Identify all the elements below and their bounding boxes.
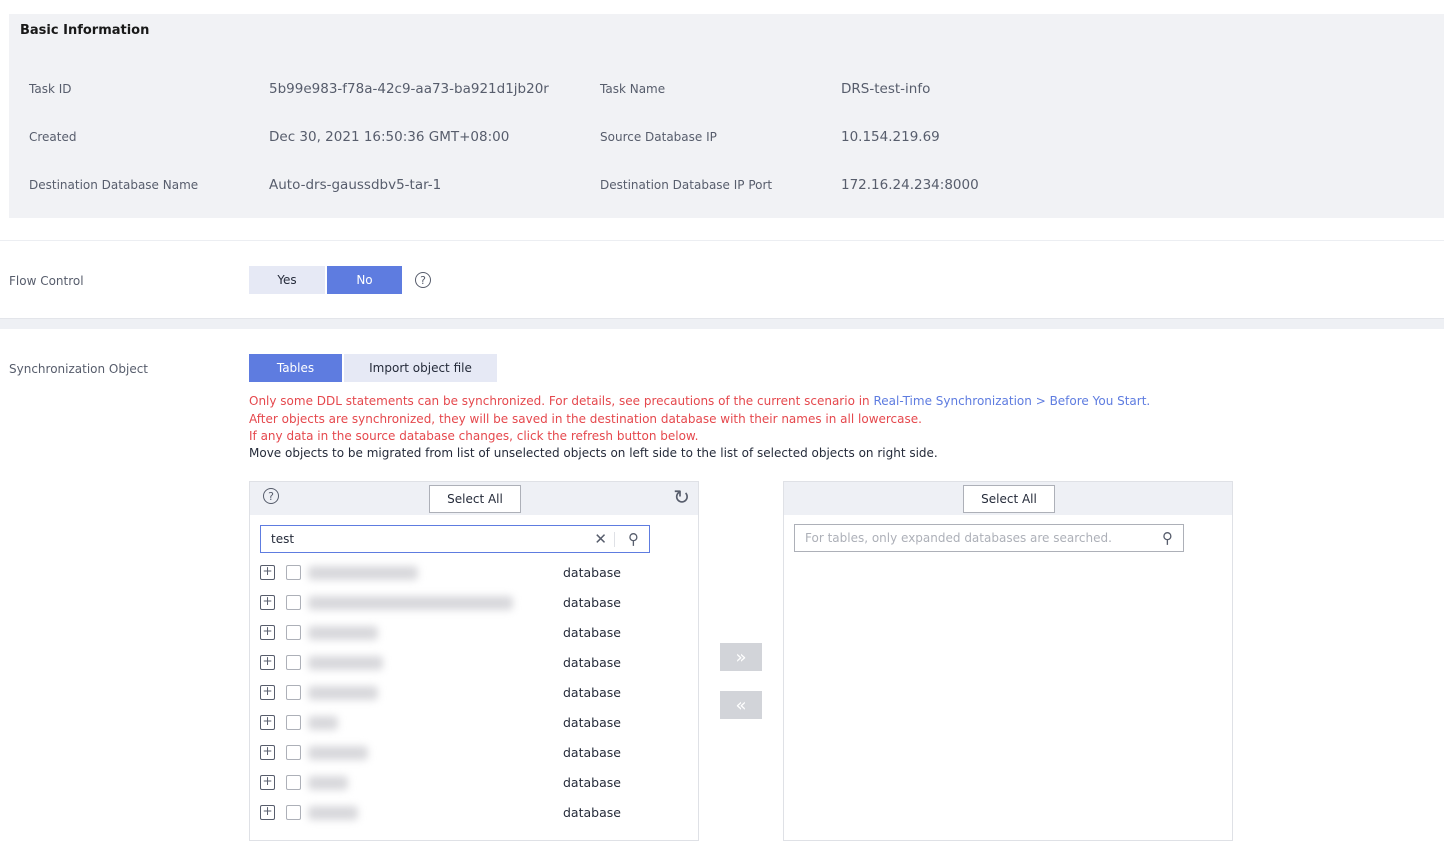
refresh-warning: If any data in the source database chang… [249, 429, 699, 443]
object-type: database [563, 745, 621, 760]
blurred-name [308, 686, 378, 700]
checkbox[interactable] [286, 745, 301, 760]
list-item[interactable]: + database [260, 593, 690, 613]
object-type: database [563, 805, 621, 820]
blurred-name [308, 566, 418, 580]
object-type: database [563, 625, 621, 640]
checkbox[interactable] [286, 565, 301, 580]
panel-header: ? Select All ↻ [250, 482, 698, 515]
list-item[interactable]: + database [260, 563, 690, 583]
object-type: database [563, 565, 621, 580]
before-you-start-link[interactable]: Real-Time Synchronization > Before You S… [873, 394, 1150, 408]
section-title: Basic Information [20, 23, 150, 38]
expand-icon[interactable]: + [260, 775, 275, 790]
list-item[interactable]: + database [260, 683, 690, 703]
source-ip-value: 10.154.219.69 [841, 129, 940, 145]
search-icon[interactable]: ⚲ [1162, 529, 1173, 547]
sync-object-label: Synchronization Object [9, 362, 149, 376]
blurred-name [308, 806, 358, 820]
list-item[interactable]: + database [260, 773, 690, 793]
checkbox[interactable] [286, 715, 301, 730]
dest-ip-port-label: Destination Database IP Port [600, 178, 773, 192]
created-label: Created [29, 130, 77, 144]
blurred-name [308, 596, 513, 610]
search-icon[interactable]: ⚲ [628, 530, 639, 548]
ddl-warning-text: Only some DDL statements can be synchron… [249, 394, 874, 408]
help-icon[interactable]: ? [415, 272, 431, 288]
expand-icon[interactable]: + [260, 715, 275, 730]
panel-header: Select All [784, 482, 1232, 515]
expand-icon[interactable]: + [260, 595, 275, 610]
dest-db-name-value: Auto-drs-gaussdbv5-tar-1 [269, 177, 442, 193]
lowercase-warning: After objects are synchronized, they wil… [249, 412, 922, 426]
expand-icon[interactable]: + [260, 625, 275, 640]
object-type: database [563, 595, 621, 610]
list-item[interactable]: + database [260, 653, 690, 673]
help-icon[interactable]: ? [263, 488, 279, 504]
search-input[interactable]: For tables, only expanded databases are … [794, 524, 1184, 552]
checkbox[interactable] [286, 805, 301, 820]
move-right-button[interactable]: » [720, 643, 762, 671]
blurred-name [308, 776, 348, 790]
blurred-name [308, 626, 378, 640]
tab-tables[interactable]: Tables [249, 354, 342, 382]
clear-icon[interactable]: ✕ [594, 530, 607, 548]
checkbox[interactable] [286, 685, 301, 700]
expand-icon[interactable]: + [260, 745, 275, 760]
dest-db-name-label: Destination Database Name [29, 178, 199, 192]
search-input[interactable]: test ✕ ⚲ [260, 525, 650, 553]
object-type: database [563, 685, 621, 700]
divider [614, 532, 615, 547]
expand-icon[interactable]: + [260, 565, 275, 580]
search-placeholder: For tables, only expanded databases are … [805, 531, 1112, 545]
select-all-button[interactable]: Select All [963, 485, 1055, 513]
flow-control-yes[interactable]: Yes [249, 266, 325, 294]
unselected-objects-panel: ? Select All ↻ test ✕ ⚲ + database + databa… [249, 481, 699, 841]
checkbox[interactable] [286, 775, 301, 790]
select-all-button[interactable]: Select All [429, 485, 521, 513]
blurred-name [308, 656, 383, 670]
created-value: Dec 30, 2021 16:50:36 GMT+08:00 [269, 129, 510, 145]
list-item[interactable]: + database [260, 803, 690, 823]
blurred-name [308, 746, 368, 760]
list-item[interactable]: + database [260, 713, 690, 733]
section-divider [0, 318, 1444, 329]
divider [0, 240, 1444, 241]
expand-icon[interactable]: + [260, 655, 275, 670]
move-instruction: Move objects to be migrated from list of… [249, 446, 938, 460]
list-item[interactable]: + database [260, 623, 690, 643]
task-name-value: DRS-test-info [841, 81, 931, 97]
tab-import-object-file[interactable]: Import object file [344, 354, 497, 382]
expand-icon[interactable]: + [260, 805, 275, 820]
move-left-button[interactable]: « [720, 691, 762, 719]
task-name-label: Task Name [600, 82, 666, 96]
task-id-label: Task ID [29, 82, 72, 96]
refresh-icon[interactable]: ↻ [673, 485, 690, 509]
object-type: database [563, 655, 621, 670]
search-value: test [271, 532, 295, 546]
checkbox[interactable] [286, 655, 301, 670]
list-item[interactable]: + database [260, 743, 690, 763]
flow-control-no[interactable]: No [327, 266, 402, 294]
checkbox[interactable] [286, 595, 301, 610]
checkbox[interactable] [286, 625, 301, 640]
object-type: database [563, 775, 621, 790]
dest-ip-port-value: 172.16.24.234:8000 [841, 177, 979, 193]
expand-icon[interactable]: + [260, 685, 275, 700]
object-type: database [563, 715, 621, 730]
blurred-name [308, 716, 338, 730]
flow-control-label: Flow Control [9, 274, 84, 288]
task-id-value: 5b99e983-f78a-42c9-aa73-ba921d1jb20r [269, 81, 549, 97]
ddl-warning: Only some DDL statements can be synchron… [249, 393, 1150, 409]
source-ip-label: Source Database IP [600, 130, 717, 144]
selected-objects-panel: Select All For tables, only expanded dat… [783, 481, 1233, 841]
